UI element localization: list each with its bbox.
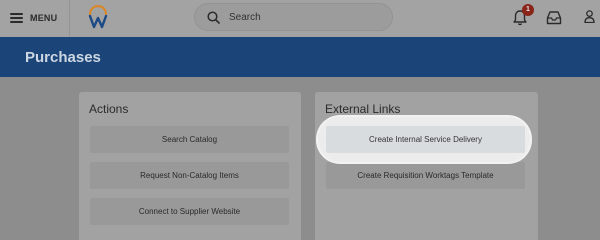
- menu-button[interactable]: MENU: [10, 9, 57, 27]
- create-internal-service-delivery-button[interactable]: Create Internal Service Delivery: [326, 126, 525, 153]
- actions-card-title: Actions: [89, 102, 129, 116]
- page-title: Purchases: [25, 49, 101, 66]
- inbox-icon[interactable]: [546, 10, 562, 25]
- notification-count-badge: 1: [522, 4, 534, 16]
- request-non-catalog-items-button[interactable]: Request Non-Catalog Items: [90, 162, 289, 189]
- workday-logo[interactable]: [87, 5, 109, 31]
- user-profile-icon[interactable]: [584, 10, 595, 23]
- hamburger-icon: [10, 13, 23, 23]
- actions-card: Actions Search Catalog Request Non-Catal…: [79, 92, 301, 240]
- search-input[interactable]: [229, 10, 379, 25]
- search-catalog-button[interactable]: Search Catalog: [90, 126, 289, 153]
- top-bar: MENU 1: [0, 0, 600, 37]
- external-links-card-title: External Links: [325, 102, 401, 116]
- create-requisition-worktags-template-button[interactable]: Create Requisition Worktags Template: [326, 162, 525, 189]
- external-links-card: External Links Create Requisition Workta…: [315, 92, 538, 240]
- search-bar[interactable]: [194, 3, 393, 31]
- header-divider: [69, 0, 70, 37]
- connect-to-supplier-website-button[interactable]: Connect to Supplier Website: [90, 198, 289, 225]
- search-icon: [207, 11, 220, 24]
- menu-label: MENU: [30, 13, 58, 23]
